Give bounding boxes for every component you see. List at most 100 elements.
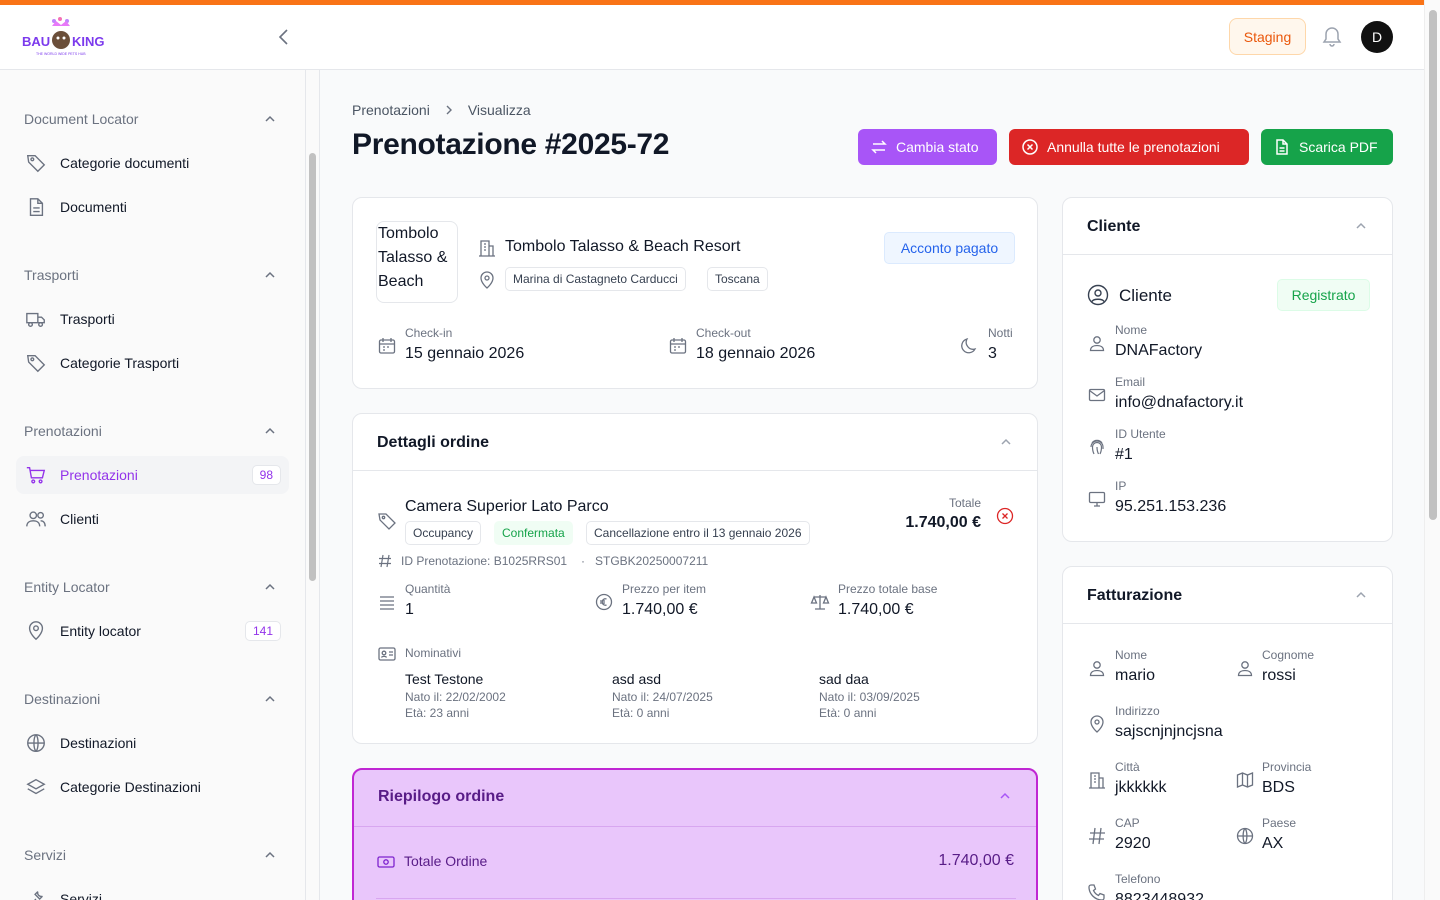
bell-icon[interactable] (1320, 24, 1344, 48)
billing-header[interactable]: Fatturazione (1063, 567, 1392, 624)
customer-ip: 95.251.153.236 (1115, 498, 1227, 515)
svg-text:BAU: BAU (22, 34, 50, 49)
user-avatar[interactable]: D (1361, 21, 1393, 53)
billing-lastname-label: Cognome (1262, 648, 1315, 662)
change-status-label: Cambia stato (896, 139, 979, 155)
nights-label: Notti (988, 326, 1013, 340)
customer-title: Cliente (1087, 218, 1141, 235)
sidebar-group-document-locator[interactable]: Document Locator (24, 111, 138, 127)
sidebar-group-entity-locator[interactable]: Entity Locator (24, 579, 110, 595)
customer-header[interactable]: Cliente (1063, 198, 1392, 255)
change-status-button[interactable]: Cambia stato (858, 129, 997, 165)
sidebar-group-servizi[interactable]: Servizi (24, 847, 66, 863)
hotel-image-alt: Tombolo Talasso & Beach (378, 225, 448, 290)
guest-age: Età: 0 anni (819, 706, 877, 720)
checkin-date: 15 gennaio 2026 (405, 345, 525, 362)
collapse-sidebar-icon[interactable] (272, 25, 296, 49)
tag-icon (377, 511, 397, 531)
total-label: Totale (948, 496, 981, 510)
map-pin-icon (25, 620, 47, 642)
users-icon (25, 508, 47, 530)
guest-entry: Test Testone Nato il: 22/02/2002 Età: 23… (405, 671, 605, 720)
map-pin-icon (1087, 714, 1107, 734)
sidebar-scrollbar[interactable] (309, 153, 316, 581)
price-item-label: Prezzo per item (622, 582, 707, 596)
order-total-value: 1.740,00 € (938, 852, 1014, 869)
hotel-name[interactable]: Tombolo Talasso & Beach Resort (505, 238, 740, 256)
sidebar-item-categorie-destinazioni[interactable]: Categorie Destinazioni (16, 768, 289, 806)
breadcrumb-parent-link[interactable]: Prenotazioni (352, 102, 430, 118)
chevron-up-icon[interactable] (263, 268, 277, 282)
page-scrollbar[interactable] (1424, 0, 1440, 900)
chevron-up-icon[interactable] (263, 424, 277, 438)
sidebar-item-label: Prenotazioni (60, 467, 138, 483)
billing-firstname: mario (1115, 667, 1156, 684)
quantity-label: Quantità (405, 582, 451, 596)
customer-email[interactable]: info@dnafactory.it (1115, 394, 1243, 412)
billing-title: Fatturazione (1087, 587, 1183, 604)
customer-card: Cliente Cliente Registrato Nome DNAFacto… (1062, 197, 1393, 542)
nights-count: 3 (988, 345, 997, 362)
sidebar-item-trasporti[interactable]: Trasporti (16, 300, 289, 338)
customer-name: DNAFactory (1115, 342, 1203, 359)
chevron-up-icon[interactable] (263, 580, 277, 594)
scale-icon (810, 592, 830, 612)
billing-country: AX (1262, 835, 1284, 852)
sidebar-item-servizi[interactable]: Servizi (16, 880, 289, 900)
chevron-up-icon[interactable] (998, 789, 1012, 803)
tools-icon (25, 888, 47, 900)
breadcrumb: Prenotazioni Visualizza (352, 102, 531, 118)
download-pdf-button[interactable]: Scarica PDF (1261, 129, 1393, 165)
sidebar-group-trasporti[interactable]: Trasporti (24, 267, 79, 283)
chevron-up-icon[interactable] (1354, 219, 1368, 233)
user-icon (1087, 333, 1107, 353)
sidebar-item-destinazioni[interactable]: Destinazioni (16, 724, 289, 762)
order-summary-header[interactable]: Riepilogo ordine (354, 770, 1036, 827)
tag-icon (25, 152, 47, 174)
sidebar-item-label: Destinazioni (60, 735, 137, 751)
booking-id: ID Prenotazione: B1025RRS01 (401, 554, 568, 568)
sidebar-item-clienti[interactable]: Clienti (16, 500, 289, 538)
globe-icon (1235, 826, 1255, 846)
sidebar-item-prenotazioni[interactable]: Prenotazioni 98 (16, 456, 289, 494)
sidebar-item-label: Categorie Destinazioni (60, 779, 201, 795)
price-base-label: Prezzo totale base (838, 582, 938, 596)
external-booking-code: STGBK20250007211 (595, 554, 709, 568)
sidebar-item-documenti[interactable]: Documenti (16, 188, 289, 226)
sidebar-item-categorie-documenti[interactable]: Categorie documenti (16, 144, 289, 182)
map-icon (1235, 770, 1255, 790)
moon-icon (960, 336, 980, 356)
cancel-all-bookings-button[interactable]: Annulla tutte le prenotazioni (1009, 129, 1249, 165)
sidebar-group-destinazioni[interactable]: Destinazioni (24, 691, 100, 707)
download-pdf-label: Scarica PDF (1299, 139, 1378, 155)
sidebar-item-categorie-trasporti[interactable]: Categorie Trasporti (16, 344, 289, 382)
chevron-up-icon[interactable] (263, 112, 277, 126)
room-type-chip: Occupancy (405, 521, 482, 545)
guest-born: Nato il: 03/09/2025 (819, 690, 920, 704)
bauking-logo[interactable]: BAU KING THE WORLD WIDE PETS HUB (22, 17, 106, 59)
cancel-all-label: Annulla tutte le prenotazioni (1047, 139, 1220, 155)
order-details-header[interactable]: Dettagli ordine (353, 414, 1037, 471)
environment-badge[interactable]: Staging (1229, 18, 1306, 55)
billing-city: jkkkkkk (1115, 779, 1167, 796)
sidebar-item-entity-locator[interactable]: Entity locator 141 (16, 612, 289, 650)
cancel-room-icon[interactable] (995, 506, 1015, 526)
chevron-up-icon[interactable] (1354, 588, 1368, 602)
hash-icon (1087, 826, 1107, 846)
hotel-image: Tombolo Talasso & Beach (376, 221, 458, 303)
sidebar: Document Locator Categorie documenti Doc… (0, 70, 320, 900)
fingerprint-icon (1087, 437, 1107, 457)
chevron-up-icon[interactable] (999, 435, 1013, 449)
guest-age: Età: 23 anni (405, 706, 470, 720)
sidebar-group-prenotazioni[interactable]: Prenotazioni (24, 423, 102, 439)
chevron-up-icon[interactable] (263, 848, 277, 862)
billing-phone-label: Telefono (1115, 872, 1161, 886)
billing-address: sajscnjnjncjsna (1115, 723, 1223, 740)
globe-icon (25, 732, 47, 754)
guest-name: sad daa (819, 671, 869, 687)
chevron-up-icon[interactable] (263, 692, 277, 706)
location-chip: Marina di Castagneto Carducci (505, 267, 686, 291)
guest-name: asd asd (612, 671, 662, 687)
order-total-label: Totale Ordine (404, 853, 488, 869)
guest-age: Età: 0 anni (612, 706, 670, 720)
